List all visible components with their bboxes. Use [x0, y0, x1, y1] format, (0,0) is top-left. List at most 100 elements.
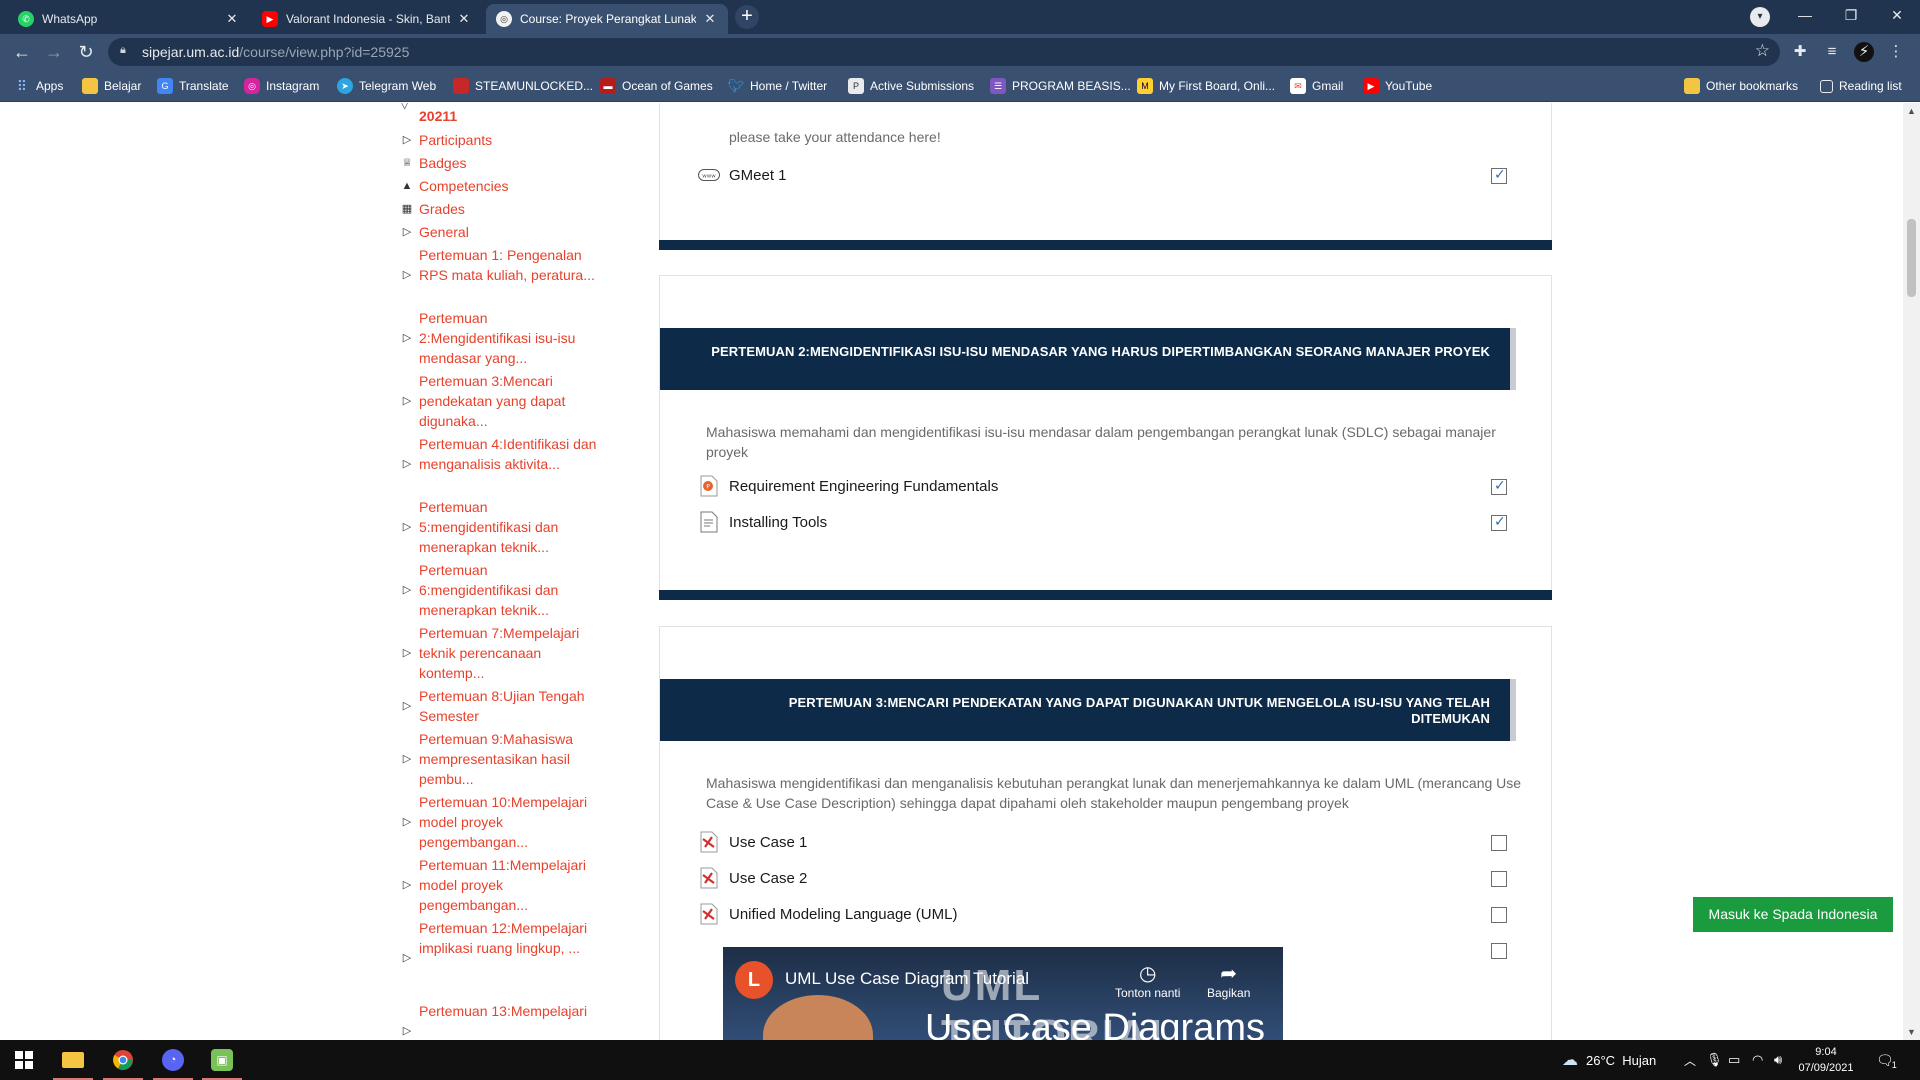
expand-arrow-icon[interactable]: ▷ — [400, 391, 414, 411]
expand-arrow-icon[interactable]: ▷ — [400, 517, 414, 537]
nav-pertemuan-10[interactable]: ▷ Pertemuan 10:Mempelajari model proyek p… — [403, 792, 599, 852]
nav-pertemuan-9[interactable]: ▷ Pertemuan 9:Mahasiswa mempresentasikan … — [403, 729, 599, 789]
windows-start-icon[interactable] — [9, 1046, 39, 1074]
expand-arrow-icon[interactable]: ▷ — [400, 948, 414, 968]
profile-avatar[interactable]: ⚡ — [1854, 42, 1874, 62]
completion-checkbox[interactable] — [1491, 943, 1507, 959]
lock-icon[interactable]: 🔒︎ — [120, 44, 130, 58]
activity-uml[interactable]: Unified Modeling Language (UML) — [698, 902, 957, 926]
expand-arrow-icon[interactable]: ▷ — [400, 580, 414, 600]
expand-arrow-icon[interactable]: ▷ — [400, 454, 414, 474]
nav-pertemuan-3[interactable]: ▷ Pertemuan 3:Mencari pendekatan yang dap… — [403, 371, 599, 431]
bookmark-star-icon[interactable]: ☆ — [1755, 41, 1770, 61]
restore-icon[interactable]: ❐ — [1828, 0, 1874, 30]
activity-use-case-1[interactable]: Use Case 1 — [698, 830, 807, 854]
bookmark-active-submissions[interactable]: P Active Submissions — [848, 77, 974, 95]
reload-icon[interactable]: ↻ — [74, 40, 98, 64]
watch-later-button[interactable]: ◷ Tonton nanti — [1115, 961, 1180, 1000]
close-icon[interactable]: ✕ — [224, 11, 240, 27]
completion-checkbox[interactable] — [1491, 513, 1507, 531]
course-code-link[interactable]: 20211 — [419, 108, 457, 124]
close-icon[interactable]: ✕ — [702, 11, 718, 27]
nav-pertemuan-5[interactable]: ▷ Pertemuan 5:mengidentifikasi dan menera… — [403, 497, 599, 557]
expand-arrow-icon[interactable]: ▷ — [400, 812, 414, 832]
nav-participants[interactable]: ▷ Participants — [403, 130, 599, 150]
bookmark-instagram[interactable]: ◎ Instagram — [244, 77, 319, 95]
section-title[interactable]: PERTEMUAN 2:MENGIDENTIFIKASI ISU-ISU MEN… — [660, 328, 1510, 390]
media-control-icon[interactable]: ≡ — [1822, 42, 1842, 62]
spada-indonesia-button[interactable]: Masuk ke Spada Indonesia — [1693, 897, 1893, 932]
notification-center-icon[interactable]: 🗨︎ 1 — [1876, 1040, 1897, 1080]
nav-pertemuan-13[interactable]: ▷ Pertemuan 13:Mempelajari — [403, 1001, 599, 1037]
completion-checkbox[interactable] — [1491, 871, 1507, 887]
address-bar[interactable]: 🔒︎ sipejar.um.ac.id/course/view.php?id=2… — [108, 38, 1780, 66]
share-button[interactable]: ➦ Bagikan — [1207, 961, 1250, 1000]
bookmark-youtube[interactable]: ▶ YouTube — [1363, 77, 1432, 95]
scrollbar-thumb[interactable] — [1907, 219, 1916, 297]
menu-kebab-icon[interactable]: ⋮ — [1886, 42, 1906, 62]
nav-pertemuan-7[interactable]: ▷ Pertemuan 7:Mempelajari teknik perencan… — [403, 623, 599, 683]
expand-arrow-icon[interactable]: ▷ — [400, 1021, 414, 1040]
activity-requirement-engineering[interactable]: P Requirement Engineering Fundamentals — [698, 474, 998, 498]
wifi-icon[interactable]: ◠ — [1752, 1040, 1763, 1080]
android-app-icon[interactable]: ▣ — [207, 1046, 237, 1074]
bookmark-ocean-of-games[interactable]: ▬ Ocean of Games — [600, 77, 713, 95]
nav-pertemuan-1[interactable]: ▷ Pertemuan 1: Pengenalan RPS mata kuliah… — [403, 245, 599, 285]
tab-course[interactable]: ◎ Course: Proyek Perangkat Lunak ✕ — [486, 4, 728, 34]
back-arrow-icon[interactable]: ← — [10, 40, 34, 64]
expand-arrow-icon[interactable]: ▷ — [400, 265, 414, 285]
bookmark-program-beasiswa[interactable]: ☰ PROGRAM BEASIS... — [990, 77, 1131, 95]
completion-checkbox[interactable] — [1491, 835, 1507, 851]
bookmark-telegram[interactable]: ➤ Telegram Web — [337, 77, 436, 95]
extensions-puzzle-icon[interactable]: ✚ — [1790, 42, 1810, 62]
expand-arrow-icon[interactable]: ▷ — [400, 222, 414, 242]
bookmark-belajar[interactable]: Belajar — [82, 77, 141, 95]
nav-pertemuan-8[interactable]: ▷ Pertemuan 8:Ujian Tengah Semester — [403, 686, 599, 726]
close-icon[interactable]: ✕ — [456, 11, 472, 27]
expand-arrow-icon[interactable]: ▷ — [400, 130, 414, 150]
expand-arrow-icon[interactable]: ▷ — [400, 875, 414, 895]
collapse-arrow-icon[interactable]: ▽ — [400, 103, 409, 111]
forward-arrow-icon[interactable]: → — [42, 40, 66, 64]
battery-icon[interactable]: ▭ — [1728, 1040, 1740, 1080]
activity-use-case-2[interactable]: Use Case 2 — [698, 866, 807, 890]
nav-grades[interactable]: ▦ Grades — [402, 199, 599, 219]
bookmark-steamunlocked[interactable]: STEAMUNLOCKED... — [453, 77, 593, 95]
bookmark-other[interactable]: Other bookmarks — [1684, 77, 1798, 95]
new-tab-button[interactable]: + — [735, 5, 759, 29]
volume-icon[interactable]: 🔊︎ — [1774, 1040, 1782, 1080]
expand-arrow-icon[interactable]: ▷ — [400, 643, 414, 663]
completion-checkbox[interactable] — [1491, 166, 1507, 184]
tab-valorant[interactable]: ▶ Valorant Indonesia - Skin, Banting ✕ — [252, 4, 482, 34]
expand-arrow-icon[interactable]: ▷ — [400, 328, 414, 348]
reading-list-button[interactable]: Reading list — [1820, 77, 1902, 95]
bookmark-gmail[interactable]: ✉ Gmail — [1290, 77, 1343, 95]
bookmark-translate[interactable]: G Translate — [157, 77, 229, 95]
nav-pertemuan-6[interactable]: ▷ Pertemuan 6:mengidentifikasi dan menera… — [403, 560, 599, 620]
scroll-up-arrow-icon[interactable]: ▲ — [1907, 106, 1916, 116]
activity-installing-tools[interactable]: Installing Tools — [698, 510, 827, 534]
expand-arrow-icon[interactable]: ▷ — [400, 749, 414, 769]
completion-checkbox[interactable] — [1491, 907, 1507, 923]
microphone-icon[interactable]: 🎙︎ — [1706, 1040, 1723, 1080]
nav-general[interactable]: ▷ General — [403, 222, 599, 242]
chrome-icon[interactable] — [108, 1046, 138, 1074]
page-scrollbar[interactable]: ▲ ▼ — [1903, 103, 1920, 1040]
scroll-down-arrow-icon[interactable]: ▼ — [1907, 1027, 1916, 1037]
channel-logo-icon[interactable]: L — [735, 961, 773, 999]
bookmark-twitter[interactable]: 🐦︎ Home / Twitter — [728, 77, 827, 95]
nav-pertemuan-12[interactable]: ▷ Pertemuan 12:Mempelajari implikasi ruan… — [403, 918, 599, 964]
activity-gmeet-1[interactable]: www GMeet 1 — [698, 163, 787, 187]
nav-competencies[interactable]: ▲ Competencies — [402, 176, 599, 196]
minimize-icon[interactable]: — — [1782, 0, 1828, 30]
url-text[interactable]: sipejar.um.ac.id/course/view.php?id=2592… — [142, 44, 409, 60]
nav-pertemuan-4[interactable]: ▷ Pertemuan 4:Identifikasi dan menganalis… — [403, 434, 599, 474]
completion-checkbox[interactable] — [1491, 477, 1507, 495]
show-hidden-icons-chevron-icon[interactable]: ︿ — [1684, 1040, 1696, 1080]
discord-icon[interactable]: ◔ — [158, 1046, 188, 1074]
nav-pertemuan-2[interactable]: ▷ Pertemuan 2:Mengidentifikasi isu-isu me… — [403, 308, 599, 368]
weather-widget[interactable]: ☁ 26°C Hujan — [1562, 1040, 1656, 1080]
system-clock[interactable]: 9:04 07/09/2021 — [1798, 1044, 1854, 1076]
nav-pertemuan-11[interactable]: ▷ Pertemuan 11:Mempelajari model proyek p… — [403, 855, 599, 915]
tab-whatsapp[interactable]: ✆ WhatsApp ✕ — [8, 4, 250, 34]
